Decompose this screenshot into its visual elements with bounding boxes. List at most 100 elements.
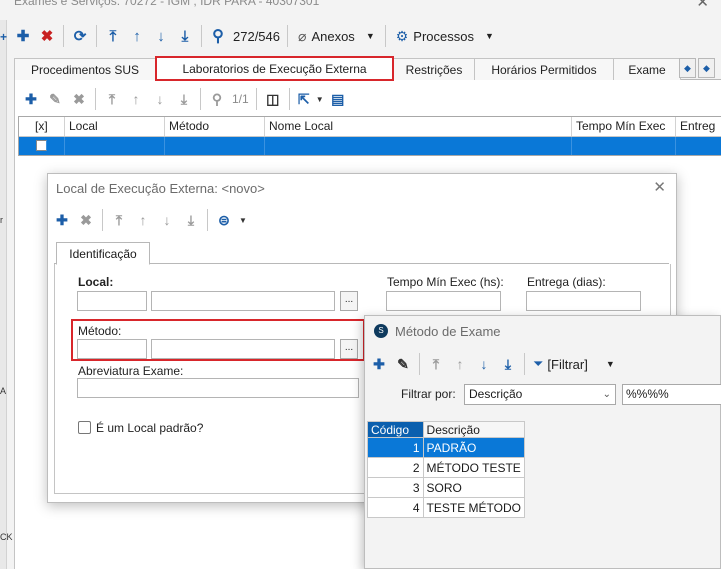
export-icon[interactable]: ⇱ [294,86,314,112]
dialog-toolbar: ✚ ✖ ⤒ ↑ ↓ ⤓ ⊜ ▼ [50,208,250,232]
table-row[interactable] [19,137,721,155]
previous-record-icon[interactable]: ↑ [131,208,155,232]
codigo-cell: 2 [367,457,424,478]
local-padrao-checkbox[interactable] [78,421,91,434]
refresh-icon[interactable]: ⟳ [68,23,92,49]
table-row[interactable]: 3 SORO [367,477,526,498]
delete-icon[interactable]: ✖ [67,86,91,112]
column-header-local[interactable]: Local [65,117,165,136]
local-lookup-button[interactable]: ... [340,291,358,311]
tab-scroll-right-icon[interactable]: ◆ [698,58,715,78]
processes-menu[interactable]: ⚙ Processos ▼ [390,28,500,45]
previous-record-icon[interactable]: ↑ [124,86,148,112]
chevron-down-icon[interactable]: ▼ [314,86,326,112]
column-header-descricao[interactable]: Descrição [422,421,526,438]
toolbar-separator [419,353,420,375]
strip-mark-a: A [0,386,7,396]
add-icon[interactable]: ✚ [367,352,391,376]
close-icon[interactable]: ✕ [653,178,666,196]
first-record-icon[interactable]: ⤒ [424,352,448,376]
strip-mark-r: r [0,215,3,225]
attachments-menu[interactable]: ⌀ Anexos ▼ [292,28,381,45]
chevron-down-icon[interactable]: ▼ [236,208,250,232]
add-icon[interactable]: ✚ [19,86,43,112]
tab-horarios-permitidos[interactable]: Horários Permitidos [474,58,614,80]
table-row[interactable]: 1 PADRÃO [367,437,526,458]
delete-icon[interactable]: ✖ [74,208,98,232]
table-row[interactable]: 4 TESTE MÉTODO [367,497,526,518]
app-logo-icon: S [374,324,388,338]
add-icon[interactable]: ✚ [11,23,35,49]
document-icon[interactable]: ▤ [326,86,350,112]
first-record-icon[interactable]: ⤒ [107,208,131,232]
add-icon[interactable]: ✚ [50,208,74,232]
chevron-down-icon: ▼ [365,31,375,41]
local-name-input[interactable] [151,291,335,311]
column-header-metodo[interactable]: Método [165,117,265,136]
metodo-name-input[interactable] [151,339,335,359]
table-header-row: Código Descrição [367,421,526,438]
search-icon[interactable]: ⚲ [205,86,229,112]
save-icon[interactable]: ⊜ [212,208,236,232]
search-icon[interactable]: ⚲ [206,23,230,49]
descricao-cell: MÉTODO TESTE [422,457,526,478]
column-header-nome-local[interactable]: Nome Local [265,117,572,136]
toolbar-separator [201,25,202,47]
metodo-code-input[interactable] [77,339,147,359]
column-header-codigo[interactable]: Código [367,421,424,438]
toolbar-separator [207,209,208,231]
toolbar-separator [524,353,525,375]
filter-button[interactable]: ⏷ [Filtrar] ▼ [529,356,615,372]
local-label: Local: [78,275,114,289]
column-header-entrega[interactable]: Entreg [676,117,721,136]
filter-field-select[interactable]: Descrição ⌄ [464,384,616,405]
tempo-min-exec-input[interactable] [386,291,501,311]
first-record-icon[interactable]: ⤒ [101,23,125,49]
tab-restricoes[interactable]: Restrições [393,58,475,80]
tab-procedimentos-sus[interactable]: Procedimentos SUS [14,58,156,80]
metodo-exame-dialog: S Método de Exame ✚ ✎ ⤒ ↑ ↓ ⤓ ⏷ [Filtrar… [364,315,721,569]
close-icon[interactable]: ✕ [696,0,709,11]
last-record-icon[interactable]: ⤓ [179,208,203,232]
tab-scroll-left-icon[interactable]: ◆ [679,58,696,78]
previous-record-icon[interactable]: ↑ [448,352,472,376]
edit-icon[interactable]: ✎ [43,86,67,112]
chevron-down-icon: ▼ [605,359,615,369]
column-header-tempo-min-exec[interactable]: Tempo Mín Exec [572,117,676,136]
tab-exame[interactable]: Exame [613,58,681,80]
entrega-input[interactable] [526,291,641,311]
edit-icon[interactable]: ✎ [391,352,415,376]
descricao-cell: PADRÃO [422,437,526,458]
dialog-title: Local de Execução Externa: <novo> [56,181,265,196]
page-indicator: 1/1 [232,92,249,106]
columns-icon[interactable]: ◫ [261,86,285,112]
previous-record-icon[interactable]: ↑ [125,23,149,49]
row-checkbox[interactable] [36,140,47,151]
abreviatura-input[interactable] [77,378,359,398]
metodo-lookup-button[interactable]: ... [340,339,358,359]
last-record-icon[interactable]: ⤓ [172,86,196,112]
delete-icon[interactable]: ✖ [35,23,59,49]
first-record-icon[interactable]: ⤒ [100,86,124,112]
row-cell [572,137,676,155]
table-row[interactable]: 2 MÉTODO TESTE [367,457,526,478]
paperclip-icon: ⌀ [298,27,307,44]
toolbar-separator [95,88,96,110]
toolbar-separator [63,25,64,47]
column-header-select[interactable]: [x] [19,117,65,136]
next-record-icon[interactable]: ↓ [155,208,179,232]
tab-identificacao[interactable]: Identificação [56,242,150,265]
next-record-icon[interactable]: ↓ [149,23,173,49]
filter-value-input[interactable]: %%%% [622,384,721,405]
dialog-title: Método de Exame [395,324,501,339]
last-record-icon[interactable]: ⤓ [173,23,197,49]
local-code-input[interactable] [77,291,147,311]
window-title: Exames e Serviços: 70272 - IGM , IDR PAR… [14,0,320,8]
next-record-icon[interactable]: ↓ [148,86,172,112]
row-select-cell [19,137,65,155]
filter-field-value: Descrição [469,387,523,401]
descricao-cell: TESTE MÉTODO [422,497,526,518]
next-record-icon[interactable]: ↓ [472,352,496,376]
tab-laboratorios-execucao-externa[interactable]: Laboratorios de Execução Externa [155,56,394,81]
last-record-icon[interactable]: ⤓ [496,352,520,376]
